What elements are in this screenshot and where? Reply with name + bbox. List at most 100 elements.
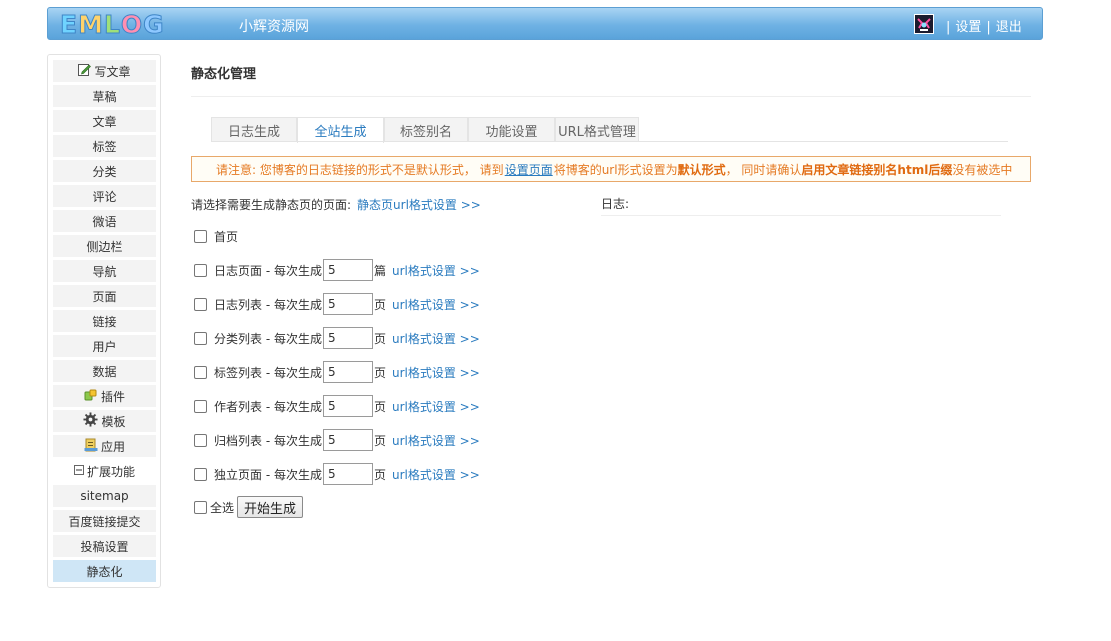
sidebar-item-twitter[interactable]: 微语	[53, 210, 156, 232]
collapse-icon	[73, 464, 84, 478]
choose-text: 请选择需要生成静态页的页面:	[191, 198, 352, 212]
page-title: 静态化管理	[191, 67, 257, 82]
url-format-link[interactable]: url格式设置 >>	[392, 364, 480, 381]
author-list-checkbox[interactable]	[194, 399, 207, 413]
tag-list-checkbox[interactable]	[194, 365, 207, 379]
archive-list-count-input[interactable]: 5	[322, 429, 373, 451]
url-format-link[interactable]: url格式设置 >>	[392, 296, 480, 313]
gen-row-single-pages: 独立页面 - 每次生成 5 页 url格式设置 >>	[194, 463, 480, 485]
sidebar-item-apps[interactable]: 应用	[53, 435, 156, 457]
url-format-link[interactable]: url格式设置 >>	[392, 466, 480, 483]
tab-post-generate[interactable]: 日志生成	[211, 117, 297, 142]
logout-link[interactable]: 退出	[996, 20, 1022, 35]
gen-row-post-list: 日志列表 - 每次生成 5 页 url格式设置 >>	[194, 293, 480, 315]
sidebar-item-label: 模板	[101, 414, 126, 429]
warning-notice: 请注意: 您博客的日志链接的形式不是默认形式， 请到 设置页面 将博客的url形式设…	[191, 156, 1031, 182]
notice-bold: 启用文章链接别名html后缀	[801, 162, 953, 177]
sidebar-item-label: 投稿设置	[80, 539, 129, 554]
sidebar-item-baidu-submit[interactable]: 百度链接提交	[53, 510, 156, 532]
select-all-row: 全选 开始生成	[194, 496, 304, 518]
archive-list-checkbox[interactable]	[194, 433, 207, 447]
logo-letter: G	[143, 9, 165, 39]
url-format-link[interactable]: url格式设置 >>	[392, 398, 480, 415]
sidebar-item-categories[interactable]: 分类	[53, 160, 156, 182]
tab-tag-alias[interactable]: 标签别名	[384, 117, 468, 142]
sidebar-item-contribute-settings[interactable]: 投稿设置	[53, 535, 156, 557]
start-generate-button[interactable]: 开始生成	[237, 496, 304, 518]
settings-page-link[interactable]: 设置页面	[505, 161, 553, 178]
site-name-link[interactable]: 小辉资源网	[239, 16, 309, 36]
unit-label: 页	[373, 297, 386, 312]
sidebar-item-static[interactable]: 静态化	[53, 560, 156, 582]
sidebar-item-posts[interactable]: 文章	[53, 110, 156, 132]
logo-letter: E	[59, 9, 79, 39]
row-label: 分类列表 - 每次生成	[214, 331, 322, 346]
sidebar-item-drafts[interactable]: 草稿	[53, 85, 156, 107]
tag-list-count-input[interactable]: 5	[322, 361, 373, 383]
category-list-count-input[interactable]: 5	[322, 327, 373, 349]
row-label: 独立页面 - 每次生成	[214, 467, 322, 482]
home-row: 首页	[194, 225, 238, 247]
single-pages-count-input[interactable]: 5	[322, 463, 373, 485]
url-format-link[interactable]: url格式设置 >>	[392, 330, 480, 347]
sidebar-item-extensions[interactable]: 扩展功能	[53, 460, 156, 482]
separator: |	[946, 20, 951, 35]
unit-label: 页	[373, 331, 386, 346]
gear-icon	[83, 412, 99, 430]
author-list-count-input[interactable]: 5	[322, 395, 373, 417]
sidebar-item-label: 导航	[92, 264, 117, 279]
sidebar-item-data[interactable]: 数据	[53, 360, 156, 382]
sidebar-item-comments[interactable]: 评论	[53, 185, 156, 207]
logo-letter: L	[103, 9, 121, 39]
sidebar-item-label: 用户	[92, 339, 117, 354]
sidebar-item-users[interactable]: 用户	[53, 335, 156, 357]
sidebar-item-plugins[interactable]: 插件	[53, 385, 156, 407]
avatar[interactable]	[914, 14, 934, 34]
row-label: 作者列表 - 每次生成	[214, 399, 322, 414]
sidebar-item-templates[interactable]: 模板	[53, 410, 156, 432]
tab-function-settings[interactable]: 功能设置	[468, 117, 555, 142]
sidebar-item-label: 数据	[92, 364, 117, 379]
posts-count-input[interactable]: 5	[322, 259, 373, 281]
sidebar-item-tags[interactable]: 标签	[53, 135, 156, 157]
unit-label: 页	[373, 433, 386, 448]
home-checkbox[interactable]	[194, 229, 207, 243]
unit-label: 页	[373, 365, 386, 380]
sidebar-item-widgets[interactable]: 侧边栏	[53, 235, 156, 257]
sidebar-item-links[interactable]: 链接	[53, 310, 156, 332]
select-all-checkbox[interactable]	[194, 500, 207, 514]
static-url-settings-link[interactable]: 静态页url格式设置 >>	[357, 198, 481, 212]
notice-text: 请注意: 您博客的日志链接的形式不是默认形式， 请到	[216, 162, 504, 177]
notice-text: ， 同时请确认	[725, 162, 802, 177]
tab-url-format[interactable]: URL格式管理	[555, 117, 639, 142]
sidebar-item-label: 插件	[100, 389, 125, 404]
unit-label: 页	[373, 467, 386, 482]
sidebar-item-navigation[interactable]: 导航	[53, 260, 156, 282]
choose-pages-label: 请选择需要生成静态页的页面: 静态页url格式设置 >>	[191, 196, 481, 213]
notice-text: 没有被选中	[952, 162, 1013, 177]
sidebar-item-label: 标签	[92, 139, 117, 154]
category-list-checkbox[interactable]	[194, 331, 207, 345]
sidebar-item-sitemap[interactable]: sitemap	[53, 485, 156, 507]
top-header: E M L O G 小辉资源网 | 设置 | 退出	[47, 7, 1043, 40]
emlog-logo[interactable]: E M L O G	[59, 9, 165, 39]
header-links: | 设置 | 退出	[941, 16, 1022, 35]
sidebar-item-write-post[interactable]: 写文章	[53, 60, 156, 82]
url-format-link[interactable]: url格式设置 >>	[392, 432, 480, 449]
app-icon	[84, 438, 98, 455]
post-list-checkbox[interactable]	[194, 297, 207, 311]
tab-site-generate[interactable]: 全站生成	[297, 117, 384, 143]
url-format-link[interactable]: url格式设置 >>	[392, 262, 480, 279]
log-label: 日志:	[601, 197, 630, 211]
gen-row-posts: 日志页面 - 每次生成 5 篇 url格式设置 >>	[194, 259, 480, 281]
posts-checkbox[interactable]	[194, 263, 207, 277]
single-pages-checkbox[interactable]	[194, 467, 207, 481]
sidebar-item-pages[interactable]: 页面	[53, 285, 156, 307]
sidebar-item-label: sitemap	[80, 489, 129, 503]
notice-text: 将博客的url形式设置为	[553, 162, 678, 177]
settings-link[interactable]: 设置	[955, 20, 981, 35]
sidebar-item-label: 分类	[92, 164, 117, 179]
post-list-count-input[interactable]: 5	[322, 293, 373, 315]
sidebar-item-label: 链接	[92, 314, 117, 329]
sidebar-item-label: 页面	[92, 289, 117, 304]
